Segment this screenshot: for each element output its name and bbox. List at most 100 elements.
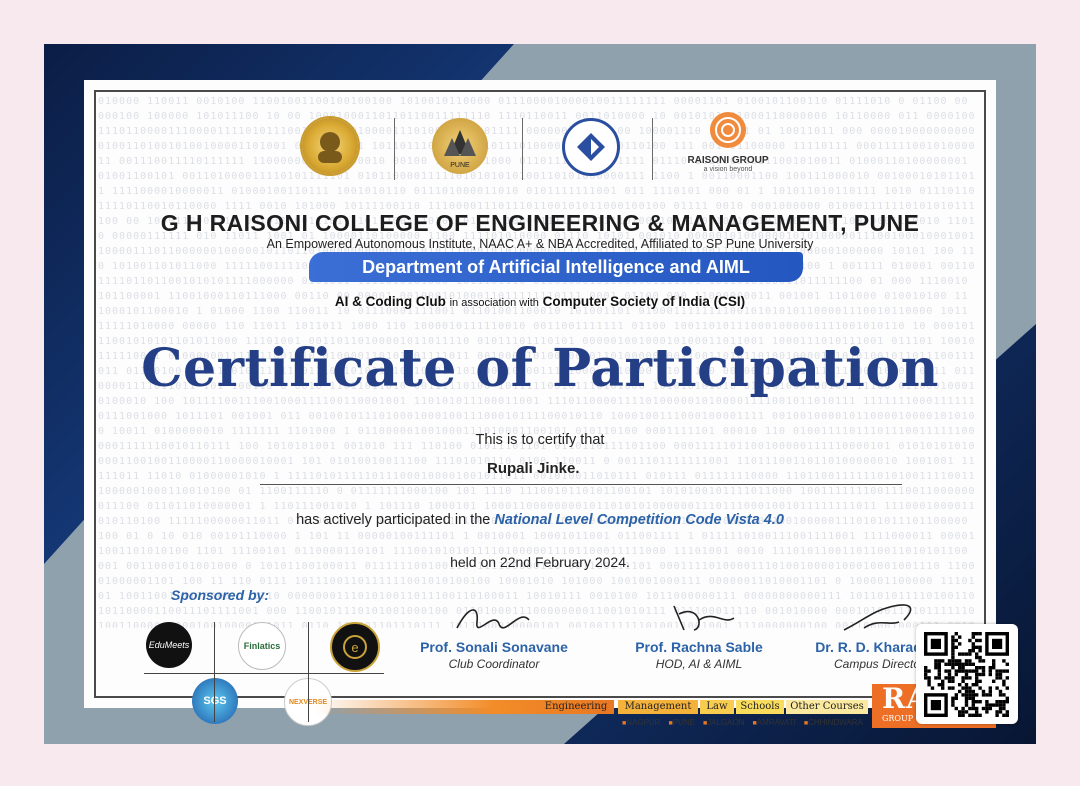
qr-module <box>971 642 975 646</box>
institute-pune-logo: PUNE <box>432 118 488 174</box>
sponsor-divider <box>214 622 215 722</box>
qr-module <box>927 679 931 683</box>
qr-module <box>951 659 955 663</box>
qr-module <box>944 662 948 666</box>
sponsored-label: Sponsored by: <box>171 587 270 603</box>
qr-module <box>958 662 962 666</box>
qr-module <box>951 686 955 690</box>
sponsor-divider <box>144 673 384 674</box>
association-line: AI & Coding Club in association with Com… <box>84 294 996 309</box>
qr-module <box>964 669 969 673</box>
signatory-name: Prof. Sonali Sonavane <box>420 639 568 655</box>
qr-module <box>998 703 1003 707</box>
qr-module <box>924 666 928 670</box>
campus-item: PUNE <box>668 718 694 727</box>
certificate-title: Certificate of Participation <box>141 338 939 399</box>
qr-finder <box>930 700 941 711</box>
qr-module <box>954 669 958 673</box>
qr-module <box>958 659 962 663</box>
qr-module <box>968 689 972 694</box>
qr-module <box>941 679 945 683</box>
qr-module <box>954 693 958 697</box>
qr-module <box>971 635 975 639</box>
raisoni-group-logo: RAISONI GROUP a vision beyond <box>678 110 778 173</box>
qr-module <box>985 700 989 704</box>
institute-name: G H RAISONI COLLEGE OF ENGINEERING & MAN… <box>160 210 920 236</box>
signatory-role: Club Coordinator <box>448 657 540 671</box>
qr-module <box>941 683 945 687</box>
qr-module <box>958 652 962 656</box>
qr-module <box>937 683 941 687</box>
qr-module <box>947 672 952 677</box>
qr-module <box>995 686 999 690</box>
qr-module <box>981 689 986 694</box>
qr-module <box>961 652 965 656</box>
qr-module <box>1002 713 1006 717</box>
qr-module <box>971 662 975 666</box>
csi-logo <box>562 118 620 176</box>
qr-module <box>998 676 1003 680</box>
qr-module <box>988 703 992 707</box>
qr-module <box>951 676 955 680</box>
qr-module <box>951 638 955 643</box>
qr-module <box>995 710 999 714</box>
qr-module <box>998 669 1003 673</box>
qr-module <box>985 710 989 714</box>
qr-module <box>961 676 965 680</box>
qr-module <box>1005 686 1009 690</box>
club-name: AI & Coding Club <box>334 294 446 309</box>
qr-module <box>975 679 979 683</box>
qr-module <box>975 676 979 680</box>
signature-block: Prof. Rachna Sable HOD, AI & AIML <box>614 600 784 671</box>
certificate-paper: 010000 110011 0010100 110010011001001001… <box>84 80 996 728</box>
qr-module <box>934 662 938 666</box>
qr-module <box>951 703 955 707</box>
qr-module <box>971 700 975 704</box>
qr-module <box>978 686 982 690</box>
certificate-frame: 010000 110011 0010100 110010011001001001… <box>44 44 1036 744</box>
qr-module <box>954 672 958 677</box>
qr-code-icon <box>916 624 1018 724</box>
qr-module <box>978 679 982 683</box>
qr-module <box>961 693 965 697</box>
qr-module <box>951 642 955 646</box>
qr-module <box>988 672 992 677</box>
qr-module <box>944 676 948 680</box>
qr-module <box>968 706 972 711</box>
qr-module <box>1002 706 1006 711</box>
qr-module <box>947 662 952 666</box>
qr-module <box>978 659 982 663</box>
qr-module <box>981 693 986 697</box>
qr-module <box>971 689 975 694</box>
qr-module <box>937 676 941 680</box>
institute-subtitle: An Empowered Autonomous Institute, NAAC … <box>266 237 814 251</box>
qr-module <box>951 696 955 700</box>
qr-module <box>954 632 958 636</box>
qr-module <box>954 662 958 666</box>
qr-module <box>937 666 941 670</box>
qr-module <box>975 652 979 656</box>
qr-module <box>968 669 972 673</box>
qr-module <box>930 686 935 690</box>
qr-module <box>958 635 962 639</box>
qr-module <box>985 706 989 711</box>
qr-module <box>971 693 975 697</box>
qr-module <box>951 679 955 683</box>
qr-module <box>964 672 969 677</box>
qr-module <box>992 666 996 670</box>
qr-module <box>978 713 982 717</box>
qr-module <box>958 669 962 673</box>
footer-segment: Management <box>618 700 698 714</box>
qr-module <box>964 693 969 697</box>
qr-module <box>988 666 992 670</box>
qr-module <box>971 706 975 711</box>
qr-module <box>975 706 979 711</box>
qr-module <box>954 645 958 649</box>
qr-module <box>981 666 986 670</box>
qr-module <box>978 649 982 653</box>
logo-separator <box>652 118 653 180</box>
qr-module <box>954 706 958 711</box>
qr-module <box>951 666 955 670</box>
footer-segment: Schools <box>736 700 784 714</box>
raisoni-swirl-icon <box>710 112 746 148</box>
